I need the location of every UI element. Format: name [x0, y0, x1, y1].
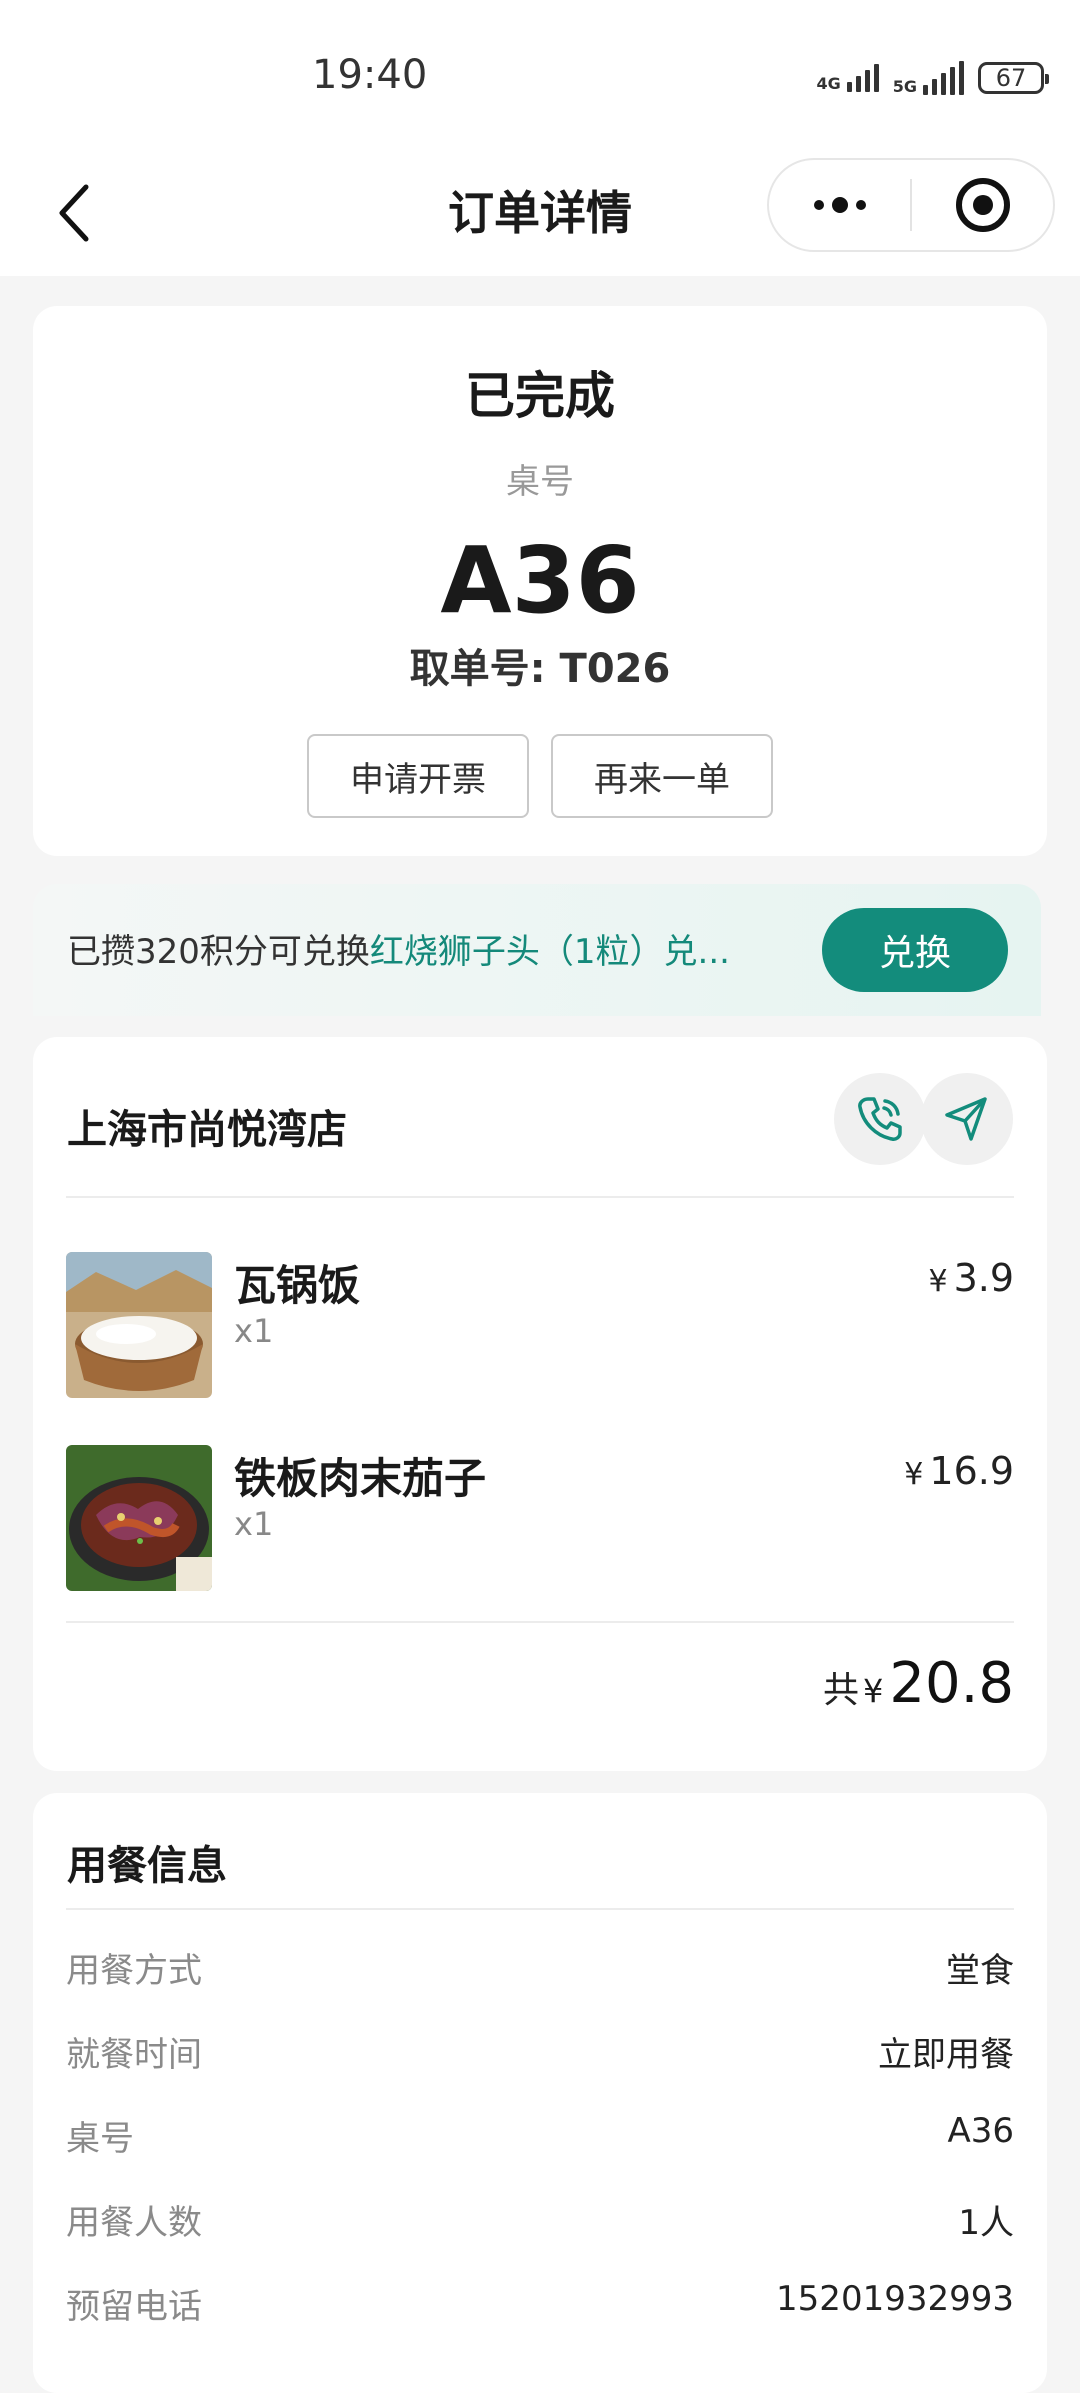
battery-icon: 67	[978, 62, 1049, 94]
signal-icon: 5G	[893, 61, 964, 95]
signal-icon: 4G	[816, 64, 879, 92]
info-value: A36	[947, 2111, 1014, 2151]
info-label: 桌号	[66, 2119, 134, 2159]
info-row-diners: 用餐人数 1人	[66, 2195, 1014, 2245]
item-image	[66, 1445, 212, 1591]
invoice-button[interactable]: 申请开票	[307, 734, 529, 818]
store-name: 上海市尚悦湾店	[67, 1107, 347, 1153]
info-row-dining-time: 就餐时间 立即用餐	[66, 2027, 1014, 2077]
table-number: A36	[440, 527, 640, 634]
divider	[66, 1196, 1014, 1198]
table-label: 桌号	[506, 462, 574, 502]
item-name: 瓦锅饭	[234, 1261, 361, 1310]
mini-program-capsule	[767, 158, 1055, 252]
info-row-dining-mode: 用餐方式 堂食	[66, 1943, 1014, 1993]
item-quantity: x1	[234, 1505, 274, 1543]
navigate-store-button[interactable]	[921, 1073, 1013, 1165]
points-text: 已攒320积分可兑换红烧狮子头（1粒）兑...	[67, 932, 730, 972]
order-item: 铁板肉末茄子 x1 ¥16.9	[66, 1445, 1014, 1591]
order-item: 瓦锅饭 x1 ¥3.9	[66, 1252, 1014, 1398]
info-value: 15201932993	[776, 2279, 1014, 2319]
more-button[interactable]	[769, 160, 910, 250]
reward-name: 红烧狮子头（1粒）兑...	[369, 932, 730, 972]
nav-bar: 订单详情	[0, 150, 1080, 276]
item-price: ¥16.9	[904, 1449, 1014, 1493]
info-label: 就餐时间	[66, 2035, 202, 2075]
total-currency: ¥	[862, 1672, 884, 1710]
status-time: 19:40	[312, 52, 428, 98]
item-quantity: x1	[234, 1312, 274, 1350]
status-bar: 19:40 4G 5G 67	[0, 0, 1080, 150]
divider	[66, 1908, 1014, 1910]
dining-info-card: 用餐信息 用餐方式 堂食 就餐时间 立即用餐 桌号 A36 用餐人数 1人 预留…	[33, 1793, 1047, 2393]
more-dots-icon	[813, 197, 866, 213]
call-store-button[interactable]	[834, 1073, 926, 1165]
item-price: ¥3.9	[928, 1256, 1014, 1300]
info-value: 1人	[958, 2203, 1014, 2243]
navigation-arrow-icon	[945, 1097, 987, 1141]
item-image	[66, 1252, 212, 1398]
status-icons: 4G 5G 67	[816, 58, 1049, 98]
order-status: 已完成	[465, 367, 615, 425]
total-amount: 20.8	[889, 1651, 1014, 1716]
order-total: 共 ¥ 20.8	[823, 1651, 1014, 1716]
info-row-table: 桌号 A36	[66, 2111, 1014, 2161]
points-banner: 已攒320积分可兑换红烧狮子头（1粒）兑... 兑换	[33, 884, 1041, 1016]
redeem-button[interactable]: 兑换	[822, 908, 1008, 992]
info-value: 立即用餐	[878, 2035, 1014, 2075]
divider	[66, 1621, 1014, 1623]
info-label: 预留电话	[66, 2287, 202, 2327]
info-value: 堂食	[946, 1951, 1014, 1991]
section-title: 用餐信息	[67, 1843, 227, 1889]
order-actions: 申请开票 再来一单	[33, 734, 1047, 818]
item-name: 铁板肉末茄子	[234, 1454, 487, 1503]
order-status-card: 已完成 桌号 A36 取单号: T026 申请开票 再来一单	[33, 306, 1047, 856]
phone-icon	[858, 1097, 902, 1141]
info-row-phone: 预留电话 15201932993	[66, 2279, 1014, 2329]
info-label: 用餐人数	[66, 2203, 202, 2243]
store-card: 上海市尚悦湾店 瓦锅饭 x1 ¥3.9 铁板肉末茄子 x1 ¥ 16.9 共 ¥…	[33, 1037, 1047, 1771]
pickup-number: 取单号: T026	[409, 646, 671, 692]
info-label: 用餐方式	[66, 1951, 202, 1991]
close-button[interactable]	[912, 160, 1053, 250]
total-label: 共	[822, 1670, 859, 1711]
target-close-icon	[955, 178, 1010, 232]
reorder-button[interactable]: 再来一单	[551, 734, 773, 818]
battery-level: 67	[995, 64, 1027, 92]
